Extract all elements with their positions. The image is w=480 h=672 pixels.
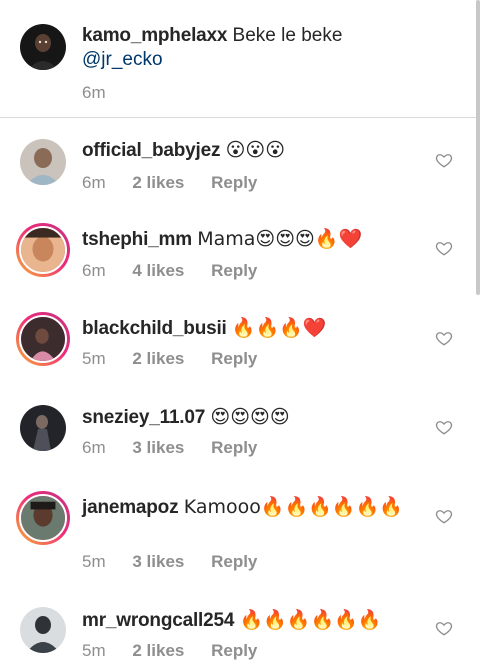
reply-button[interactable]: Reply: [211, 438, 257, 458]
like-heart-icon[interactable]: [435, 619, 453, 637]
likes-count[interactable]: 3 likes: [132, 552, 184, 572]
caption-text: Beke le beke: [232, 25, 343, 46]
reply-button[interactable]: Reply: [211, 349, 257, 369]
comment-time: 5m: [82, 349, 106, 368]
likes-count[interactable]: 2 likes: [132, 349, 184, 369]
comment-item: mr_wrongcall254 🔥🔥🔥🔥🔥🔥 5m 2 likes Reply: [0, 590, 480, 672]
comment-text: 😍😍😍😍: [210, 406, 290, 428]
caption-username[interactable]: kamo_mphelaxx: [82, 25, 227, 46]
comment-item: janemapoz Kamooo🔥🔥🔥🔥🔥🔥 5m 3 likes Reply: [0, 476, 480, 590]
comment-username[interactable]: official_babyjez: [82, 140, 220, 161]
comment-username[interactable]: janemapoz: [82, 497, 179, 518]
reply-button[interactable]: Reply: [211, 261, 257, 281]
comment-time: 5m: [82, 641, 106, 660]
comment-username[interactable]: mr_wrongcall254: [82, 610, 234, 631]
like-heart-icon[interactable]: [435, 329, 453, 347]
comment-time: 6m: [82, 261, 106, 280]
comment-time: 5m: [82, 552, 106, 571]
like-heart-icon[interactable]: [435, 151, 453, 169]
like-heart-icon[interactable]: [435, 239, 453, 257]
caption-time: 6m: [82, 83, 106, 102]
like-heart-icon[interactable]: [435, 507, 453, 525]
reply-button[interactable]: Reply: [211, 173, 257, 193]
avatar[interactable]: [16, 491, 70, 545]
comment-username[interactable]: blackchild_busii: [82, 318, 227, 339]
comment-text: 🔥🔥🔥🔥🔥🔥: [239, 609, 382, 631]
comment-item: blackchild_busii 🔥🔥🔥❤️ 5m 2 likes Reply: [0, 298, 480, 387]
avatar[interactable]: [20, 139, 66, 185]
comment-time: 6m: [82, 173, 106, 192]
comment-text: Kamooo🔥🔥🔥🔥🔥🔥: [183, 496, 403, 518]
likes-count[interactable]: 2 likes: [132, 173, 184, 193]
likes-count[interactable]: 4 likes: [132, 261, 184, 281]
reply-button[interactable]: Reply: [211, 552, 257, 572]
caption-line: kamo_mphelaxx Beke le beke: [82, 24, 342, 48]
reply-button[interactable]: Reply: [211, 641, 257, 661]
comment-text: Mama😍😍😍🔥❤️: [197, 228, 363, 250]
avatar[interactable]: [20, 607, 66, 653]
scrollbar[interactable]: [476, 0, 480, 295]
comment-text: 😮😮😮: [225, 139, 285, 161]
likes-count[interactable]: 2 likes: [132, 641, 184, 661]
comment-text: 🔥🔥🔥❤️: [231, 317, 327, 339]
likes-count[interactable]: 3 likes: [132, 438, 184, 458]
comment-time: 6m: [82, 438, 106, 457]
avatar[interactable]: [20, 24, 66, 70]
comment-item: tshephi_mm Mama😍😍😍🔥❤️ 6m 4 likes Reply: [0, 208, 480, 298]
avatar[interactable]: [16, 223, 70, 277]
comment-username[interactable]: tshephi_mm: [82, 229, 192, 250]
avatar[interactable]: [16, 312, 70, 366]
comment-username[interactable]: sneziey_11.07: [82, 407, 205, 428]
comment-item: sneziey_11.07 😍😍😍😍 6m 3 likes Reply: [0, 387, 480, 476]
comment-item: official_babyjez 😮😮😮 6m 2 likes Reply: [0, 120, 480, 208]
caption: kamo_mphelaxx Beke le beke @jr_ecko 6m: [0, 0, 480, 118]
like-heart-icon[interactable]: [435, 418, 453, 436]
caption-mention[interactable]: @jr_ecko: [82, 49, 163, 70]
avatar[interactable]: [20, 405, 66, 451]
